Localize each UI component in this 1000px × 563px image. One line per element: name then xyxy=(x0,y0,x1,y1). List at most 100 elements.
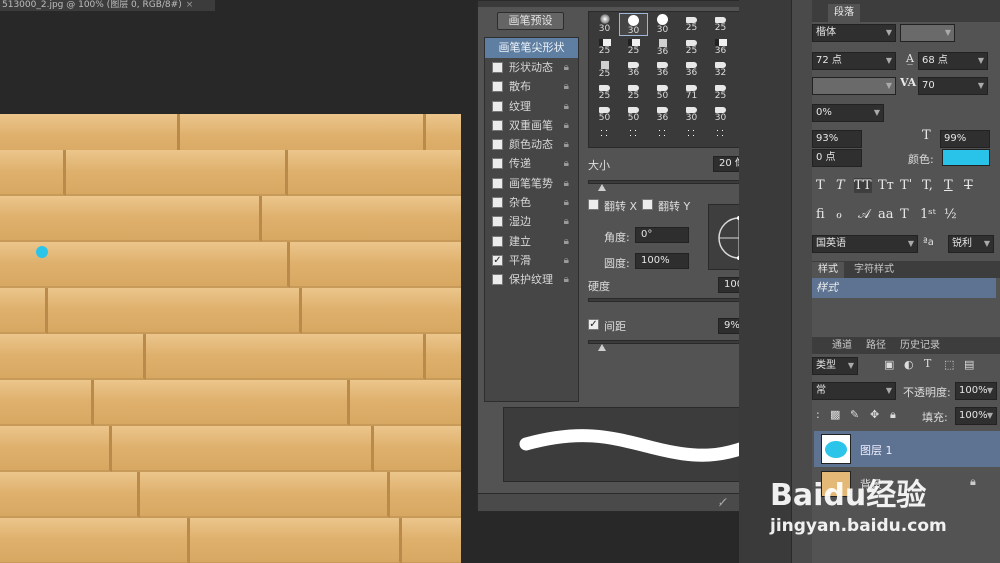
lock-transparent-icon[interactable]: ▩ xyxy=(830,408,840,421)
brush-tip-shape-item[interactable]: 画笔笔尖形状 xyxy=(485,38,578,58)
option-checkbox[interactable] xyxy=(492,119,503,131)
subscript-icon[interactable]: T, xyxy=(922,178,933,193)
tab-paragraph[interactable]: 段落 xyxy=(828,4,860,22)
document-tab[interactable]: 513000_2.jpg @ 100% (图层 0, RGB/8#) × xyxy=(0,0,215,11)
brush-preset-tile[interactable]: 36 xyxy=(619,58,648,81)
swash-icon[interactable]: 𝒜 xyxy=(858,207,870,222)
old-style-icon[interactable]: ℴ xyxy=(836,207,842,222)
lock-image-icon[interactable]: ✎ xyxy=(850,408,859,421)
brush-preset-tile[interactable]: 71 xyxy=(677,81,706,104)
brush-preset-tile[interactable]: 25 xyxy=(590,81,619,104)
option-checkbox[interactable] xyxy=(492,235,503,247)
fill-field[interactable]: 100% ▼ xyxy=(955,407,997,425)
option-checkbox[interactable] xyxy=(492,216,503,228)
lock-icon[interactable]: 🔒︎ xyxy=(564,58,569,77)
blend-mode-select[interactable]: 常 ▼ xyxy=(812,382,896,400)
smart-filter-icon[interactable]: ▤ xyxy=(964,358,974,371)
option-checkbox[interactable] xyxy=(492,177,503,189)
option-checkbox[interactable] xyxy=(492,81,503,93)
antialias-select[interactable]: 锐利 ▼ xyxy=(948,235,994,253)
adjustment-filter-icon[interactable]: ◐ xyxy=(904,358,914,371)
brush-preset-tile[interactable]: 25 xyxy=(677,36,706,59)
faux-italic-icon[interactable]: T xyxy=(836,178,845,193)
brush-preset-tile[interactable]: 50 xyxy=(590,103,619,126)
lock-icon[interactable]: 🔒︎ xyxy=(564,135,569,154)
tab-paths[interactable]: 路径 xyxy=(860,338,892,354)
close-tab-icon[interactable]: × xyxy=(186,0,194,10)
brush-preset-tile[interactable]: 25 xyxy=(706,13,735,36)
option-checkbox[interactable] xyxy=(492,274,503,286)
style-list-item[interactable]: 样式 xyxy=(812,278,996,298)
lock-icon[interactable]: 🔒︎ xyxy=(564,251,569,270)
toggle-bristle-icon[interactable]: ✓̸ xyxy=(718,496,727,509)
flip-y-checkbox[interactable] xyxy=(642,199,653,210)
brush-preset-tile[interactable]: 36 xyxy=(648,36,677,59)
brush-preset-tile[interactable]: 50 xyxy=(619,103,648,126)
brush-option-item[interactable]: 传递 🔒︎ xyxy=(485,154,578,173)
brush-option-item[interactable]: 双重画笔 🔒︎ xyxy=(485,116,578,135)
font-style-select[interactable]: ▼ xyxy=(900,24,955,42)
spacing-checkbox[interactable]: ✓ xyxy=(588,319,599,330)
brush-preset-tile[interactable]: 30 xyxy=(648,13,677,36)
brush-preset-tile[interactable]: 25 xyxy=(590,36,619,59)
lock-icon[interactable]: 🔒︎ xyxy=(564,154,569,173)
option-checkbox[interactable] xyxy=(492,62,503,73)
lock-icon[interactable]: 🔒︎ xyxy=(564,193,569,212)
lock-icon[interactable]: 🔒︎ xyxy=(564,270,569,289)
tab-history[interactable]: 历史记录 xyxy=(894,338,946,354)
brush-preset-tile[interactable]: 36 xyxy=(677,58,706,81)
brush-preset-tile[interactable]: 25 xyxy=(619,36,648,59)
lock-all-icon[interactable]: 🔒︎ xyxy=(890,408,896,422)
opacity-field[interactable]: 100% ▼ xyxy=(955,382,997,400)
roundness-field[interactable]: 100% xyxy=(635,253,689,269)
size-slider-knob[interactable] xyxy=(597,184,606,191)
underline-icon[interactable]: T xyxy=(944,178,953,193)
ordinal-icon[interactable]: 1ˢᵗ xyxy=(920,207,936,222)
option-checkbox[interactable] xyxy=(492,158,503,170)
strikethrough-icon[interactable]: T xyxy=(964,178,973,193)
baseline-field[interactable]: 0 点 xyxy=(812,149,862,167)
tab-channels[interactable]: 通道 xyxy=(826,338,858,354)
brush-preset-tile[interactable]: 50 xyxy=(648,81,677,104)
lock-icon[interactable]: 🔒︎ xyxy=(564,77,569,96)
brush-preset-tile[interactable]: 25 xyxy=(677,13,706,36)
kerning-field[interactable]: ▼ xyxy=(812,77,896,95)
option-checkbox[interactable] xyxy=(492,139,503,151)
lock-position-icon[interactable]: ✥ xyxy=(870,408,879,421)
lock-icon[interactable]: 🔒︎ xyxy=(564,232,569,251)
canvas[interactable] xyxy=(0,114,461,563)
flip-x-checkbox[interactable] xyxy=(588,199,599,210)
horizontal-scale-field[interactable]: 99% xyxy=(940,130,990,148)
small-caps-icon[interactable]: Tᴛ xyxy=(878,178,894,193)
font-size-field[interactable]: 72 点 ▼ xyxy=(812,52,896,70)
brush-preset-tile[interactable] xyxy=(706,126,735,149)
leading-field[interactable]: 68 点 ▼ xyxy=(918,52,988,70)
brush-option-item[interactable]: 画笔笔势 🔒︎ xyxy=(485,174,578,193)
brush-option-item[interactable]: 纹理 🔒︎ xyxy=(485,97,578,116)
brush-option-item[interactable]: 湿边 🔒︎ xyxy=(485,212,578,231)
layer-filter-select[interactable]: 类型 ▼ xyxy=(812,357,858,375)
brush-option-item[interactable]: 保护纹理 🔒︎ xyxy=(485,270,578,289)
all-caps-icon[interactable]: TT xyxy=(854,178,872,193)
titling-icon[interactable]: T xyxy=(900,207,909,222)
faux-bold-icon[interactable]: T xyxy=(816,178,825,193)
brush-preset-tile[interactable]: 30 xyxy=(619,13,648,36)
lock-icon[interactable]: 🔒︎ xyxy=(564,212,569,231)
text-color-swatch[interactable] xyxy=(942,149,990,166)
brush-preset-tile[interactable]: 25 xyxy=(706,81,735,104)
superscript-icon[interactable]: Tˈ xyxy=(900,178,912,193)
pixel-filter-icon[interactable]: ▣ xyxy=(884,358,894,371)
shape-filter-icon[interactable]: ⬚ xyxy=(944,358,954,371)
brush-preset-tile[interactable]: 30 xyxy=(677,103,706,126)
brush-presets-button[interactable]: 画笔预设 xyxy=(497,12,564,30)
brush-option-item[interactable]: 建立 🔒︎ xyxy=(485,232,578,251)
brush-option-item[interactable]: 颜色动态 🔒︎ xyxy=(485,135,578,154)
brush-preset-tile[interactable]: 25 xyxy=(590,58,619,81)
language-select[interactable]: 国英语 ▼ xyxy=(812,235,918,253)
brush-preset-tile[interactable] xyxy=(677,126,706,149)
brush-preset-tile[interactable]: 36 xyxy=(706,36,735,59)
brush-preset-tile[interactable]: 25 xyxy=(619,81,648,104)
brush-preset-tile[interactable]: 36 xyxy=(648,58,677,81)
vertical-scale-field[interactable]: 93% xyxy=(812,130,862,148)
layer-row-1[interactable]: 图层 1 xyxy=(814,431,1000,467)
